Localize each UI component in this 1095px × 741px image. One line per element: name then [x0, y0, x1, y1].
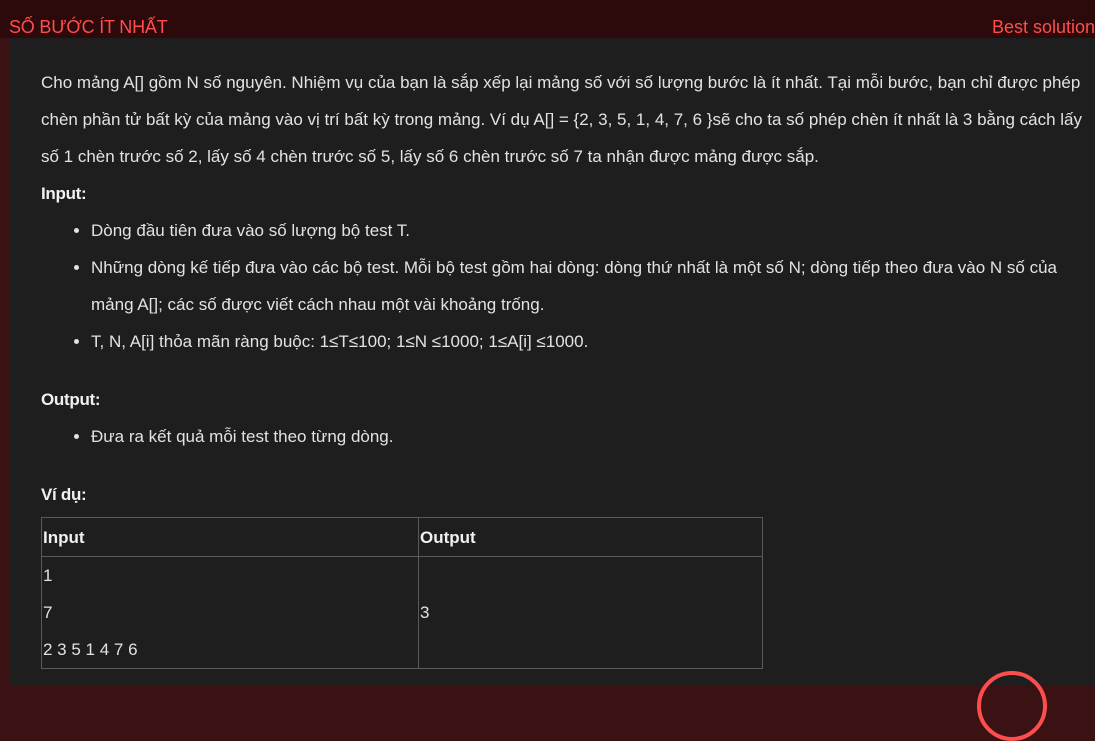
input-list: Dòng đầu tiên đưa vào số lượng bộ test T…: [41, 212, 1091, 360]
list-item: Những dòng kế tiếp đưa vào các bộ test. …: [91, 249, 1091, 323]
example-input-line: 7: [43, 603, 53, 622]
example-heading: Ví dụ:: [41, 485, 87, 504]
example-output-cell: 3: [418, 556, 763, 669]
example-input-cell: 1 7 2 3 5 1 4 7 6: [41, 556, 419, 669]
output-list: Đưa ra kết quả mỗi test theo từng dòng.: [41, 418, 1091, 455]
problem-description: Cho mảng A[] gồm N số nguyên. Nhiệm vụ c…: [41, 73, 1083, 166]
best-solution-link[interactable]: Best solution: [992, 17, 1095, 38]
input-heading: Input:: [41, 184, 87, 203]
table-header-input: Input: [41, 517, 419, 557]
problem-title: SỐ BƯỚC ÍT NHẤT: [9, 17, 168, 37]
floating-action-badge[interactable]: [977, 671, 1047, 741]
problem-panel: Cho mảng A[] gồm N số nguyên. Nhiệm vụ c…: [10, 38, 1095, 686]
example-table: Input Output 1 7 2 3 5 1 4 7 6 3: [41, 517, 763, 669]
problem-content: Cho mảng A[] gồm N số nguyên. Nhiệm vụ c…: [41, 64, 1091, 669]
top-bar: SỐ BƯỚC ÍT NHẤT Best solution: [0, 0, 1095, 38]
list-item: T, N, A[i] thỏa mãn ràng buộc: 1≤T≤100; …: [91, 323, 1091, 360]
example-input-line: 1: [43, 566, 53, 585]
list-item: Dòng đầu tiên đưa vào số lượng bộ test T…: [91, 212, 1091, 249]
list-item: Đưa ra kết quả mỗi test theo từng dòng.: [91, 418, 1091, 455]
table-header-output: Output: [418, 517, 763, 557]
output-heading: Output:: [41, 390, 101, 409]
example-input-line: 2 3 5 1 4 7 6: [43, 640, 138, 659]
table-row: 1 7 2 3 5 1 4 7 6 3: [41, 556, 763, 669]
table-header-row: Input Output: [41, 517, 763, 557]
